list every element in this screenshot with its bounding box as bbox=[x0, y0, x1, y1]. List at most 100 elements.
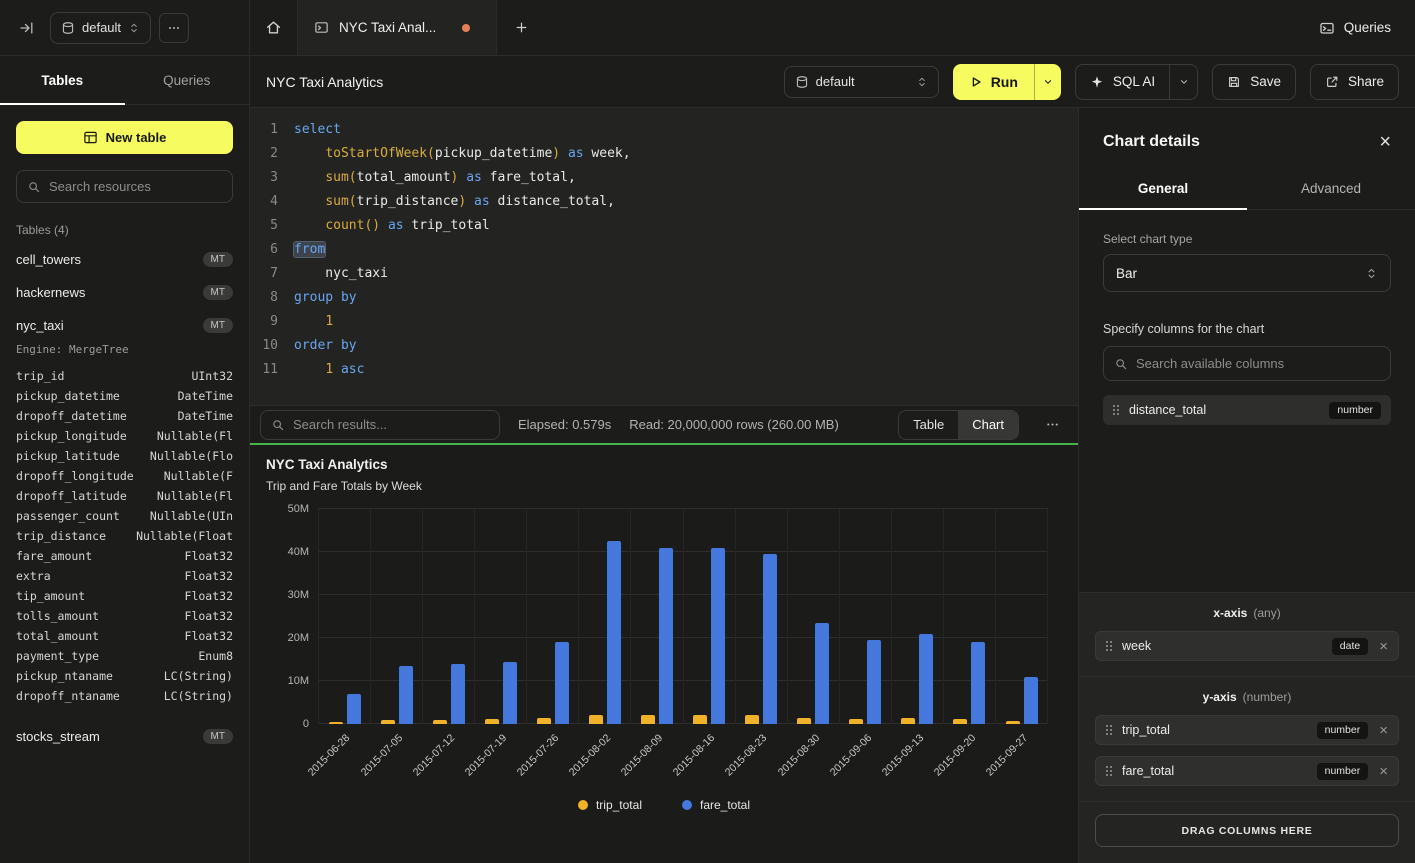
table-name: stocks_stream bbox=[16, 729, 100, 744]
run-button[interactable]: Run bbox=[953, 64, 1035, 100]
y-axis-items: trip_totalnumber× fare_totalnumber× bbox=[1095, 715, 1399, 786]
columns-search[interactable] bbox=[1103, 346, 1391, 381]
topbar: default NYC Taxi Anal... bbox=[0, 0, 1415, 56]
queries-button[interactable]: Queries bbox=[1295, 0, 1415, 55]
column-name: pickup_longitude bbox=[16, 426, 127, 446]
view-toggle-table[interactable]: Table bbox=[899, 411, 958, 439]
column-type: Float32 bbox=[185, 606, 233, 626]
column-chip[interactable]: trip_totalnumber× bbox=[1095, 715, 1399, 745]
query-title: NYC Taxi Analytics bbox=[266, 74, 383, 90]
column-row: trip_distanceNullable(Float bbox=[16, 526, 233, 546]
chart-category bbox=[840, 509, 892, 724]
new-table-button[interactable]: New table bbox=[16, 121, 233, 154]
remove-column-button[interactable]: × bbox=[1379, 763, 1388, 780]
workspace: 1select2 toStartOfWeek(pickup_datetime) … bbox=[250, 108, 1415, 863]
bar-fare_total bbox=[711, 548, 725, 724]
database-selector-value: default bbox=[82, 20, 121, 35]
legend-label: trip_total bbox=[596, 798, 642, 812]
drag-handle-icon bbox=[1113, 405, 1120, 416]
sql-editor[interactable]: 1select2 toStartOfWeek(pickup_datetime) … bbox=[250, 108, 1078, 405]
chart-category bbox=[684, 509, 736, 724]
column-name: pickup_latitude bbox=[16, 446, 120, 466]
y-tick-label: 0 bbox=[303, 718, 309, 730]
header-database-selector[interactable]: default bbox=[784, 66, 939, 98]
x-label-slot: 2015-07-19 bbox=[474, 724, 526, 798]
tab-nyc-taxi-analytics[interactable]: NYC Taxi Anal... bbox=[297, 0, 497, 55]
panel-tab-general[interactable]: General bbox=[1079, 168, 1247, 209]
sidebar-tab-tables[interactable]: Tables bbox=[0, 56, 125, 104]
y-tick-label: 30M bbox=[288, 589, 309, 601]
run-options-button[interactable] bbox=[1035, 64, 1061, 100]
column-name: tolls_amount bbox=[16, 606, 99, 626]
sidebar: Tables Queries New table Tables (4) bbox=[0, 56, 250, 863]
collapse-sidebar-button[interactable] bbox=[12, 13, 42, 43]
share-button[interactable]: Share bbox=[1310, 64, 1399, 100]
engine-type-badge: MT bbox=[203, 285, 233, 300]
legend-dot bbox=[682, 800, 692, 810]
results-search-input[interactable] bbox=[293, 417, 489, 432]
table-row[interactable]: nyc_taxiMT bbox=[16, 309, 233, 342]
plus-icon bbox=[514, 20, 529, 35]
database-icon bbox=[795, 75, 809, 89]
column-chip-name: week bbox=[1122, 639, 1151, 653]
column-type: Nullable(F bbox=[164, 466, 233, 486]
results-more-button[interactable] bbox=[1037, 417, 1068, 432]
home-button[interactable] bbox=[250, 0, 297, 55]
tables-list: cell_towersMThackernewsMTnyc_taxiMTEngin… bbox=[16, 243, 233, 753]
bar-fare_total bbox=[867, 640, 881, 724]
database-icon bbox=[61, 21, 75, 35]
column-chip[interactable]: weekdate× bbox=[1095, 631, 1399, 661]
editor-line: 6from bbox=[250, 238, 1078, 262]
column-chip[interactable]: fare_totalnumber× bbox=[1095, 756, 1399, 786]
view-toggle: Table Chart bbox=[898, 410, 1019, 440]
table-row[interactable]: hackernewsMT bbox=[16, 276, 233, 309]
results-search[interactable] bbox=[260, 410, 500, 440]
column-row: dropoff_latitudeNullable(Fl bbox=[16, 486, 233, 506]
new-tab-button[interactable] bbox=[497, 0, 545, 55]
line-number: 11 bbox=[250, 358, 278, 382]
database-selector[interactable]: default bbox=[50, 12, 151, 44]
sql-ai-options-button[interactable] bbox=[1169, 65, 1197, 99]
sql-ai-button[interactable]: SQL AI bbox=[1076, 65, 1169, 99]
column-type: DateTime bbox=[178, 386, 233, 406]
drop-zone[interactable]: DRAG COLUMNS HERE bbox=[1095, 814, 1399, 847]
table-row[interactable]: cell_towersMT bbox=[16, 243, 233, 276]
search-icon bbox=[1114, 357, 1128, 371]
panel-tab-advanced[interactable]: Advanced bbox=[1247, 168, 1415, 209]
resources-search-input[interactable] bbox=[49, 179, 222, 194]
remove-column-button[interactable]: × bbox=[1379, 722, 1388, 739]
engine-type-badge: MT bbox=[203, 252, 233, 267]
chart-subtitle: Trip and Fare Totals by Week bbox=[266, 479, 1062, 493]
ellipsis-icon bbox=[1045, 417, 1060, 432]
table-row[interactable]: stocks_streamMT bbox=[16, 720, 233, 753]
column-chip[interactable]: distance_totalnumber bbox=[1103, 395, 1391, 425]
bar-fare_total bbox=[971, 642, 985, 724]
chart-type-select[interactable]: Bar bbox=[1103, 254, 1391, 292]
column-row: pickup_ntanameLC(String) bbox=[16, 666, 233, 686]
editor-line: 2 toStartOfWeek(pickup_datetime) as week… bbox=[250, 142, 1078, 166]
remove-column-button[interactable]: × bbox=[1379, 638, 1388, 655]
resources-search[interactable] bbox=[16, 170, 233, 203]
column-row: extra Float32 bbox=[16, 566, 233, 586]
column-row: total_amountFloat32 bbox=[16, 626, 233, 646]
close-icon[interactable]: × bbox=[1379, 132, 1391, 152]
x-label-slot: 2015-08-02 bbox=[579, 724, 631, 798]
column-type: Nullable(Flo bbox=[150, 446, 233, 466]
column-type: Nullable(Fl bbox=[157, 426, 233, 446]
columns-search-input[interactable] bbox=[1136, 356, 1380, 371]
y-tick-label: 40M bbox=[288, 546, 309, 558]
sidebar-tab-queries[interactable]: Queries bbox=[125, 56, 250, 104]
save-button[interactable]: Save bbox=[1212, 64, 1296, 100]
view-toggle-chart[interactable]: Chart bbox=[958, 411, 1018, 439]
collapse-panel-icon bbox=[19, 20, 35, 36]
chart-type-value: Bar bbox=[1116, 266, 1137, 281]
column-type: Float32 bbox=[185, 566, 233, 586]
drag-handle-icon bbox=[1106, 766, 1113, 777]
sidebar-more-button[interactable] bbox=[159, 13, 189, 43]
code-text: from bbox=[294, 238, 325, 262]
column-name: extra bbox=[16, 566, 51, 586]
column-row: dropoff_ntanameLC(String) bbox=[16, 686, 233, 706]
editor-line: 3 sum(total_amount) as fare_total, bbox=[250, 166, 1078, 190]
chart-category bbox=[371, 509, 423, 724]
code-text: sum(total_amount) as fare_total, bbox=[294, 166, 576, 190]
